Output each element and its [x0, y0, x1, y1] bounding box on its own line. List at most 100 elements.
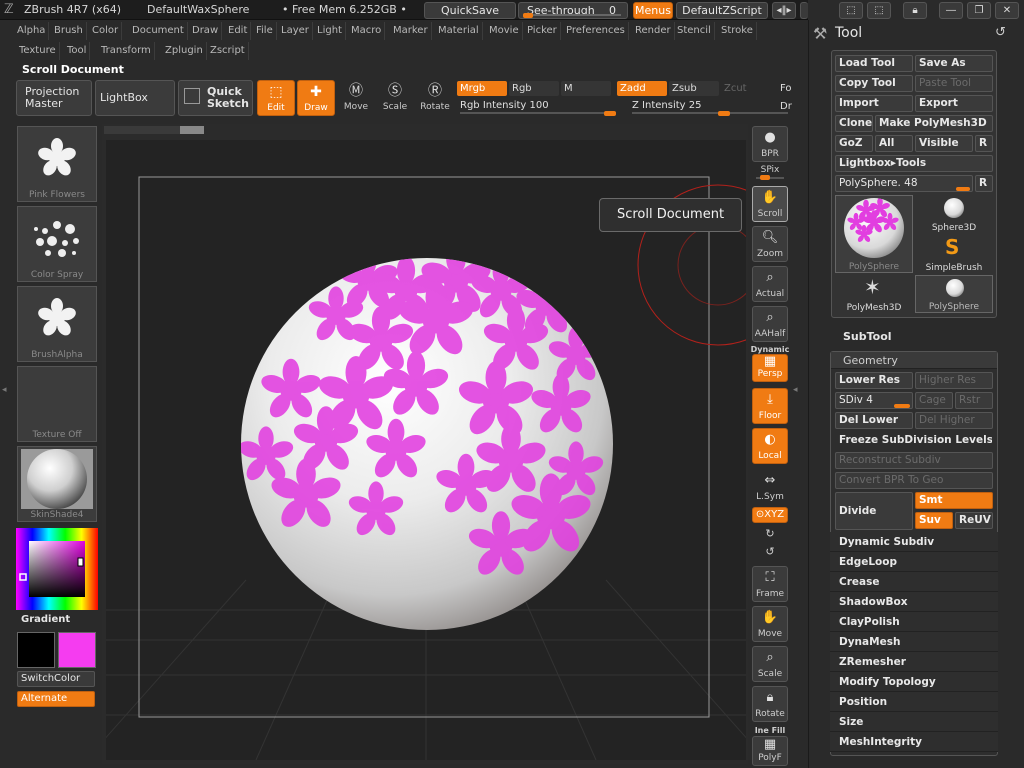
menu-zscript[interactable]: Zscript [207, 42, 249, 60]
layout-icon-2[interactable]: ⬚ [867, 2, 891, 19]
tray-left-arrows-icon[interactable]: ◂‖▸ [772, 2, 796, 19]
canvas-scroll-strip[interactable] [104, 126, 204, 134]
menu-marker[interactable]: Marker [390, 22, 432, 40]
export-button[interactable]: Export [915, 95, 993, 112]
menu-draw[interactable]: Draw [189, 22, 223, 40]
menu-layer[interactable]: Layer [278, 22, 313, 40]
canvas[interactable] [106, 140, 746, 760]
menu-preferences[interactable]: Preferences [563, 22, 629, 40]
menu-document[interactable]: Document [129, 22, 188, 40]
tool-thumbnail-simplebrush[interactable]: S SimpleBrush [915, 235, 993, 273]
sdiv-slider-knob[interactable] [894, 404, 910, 408]
lightbox-tools-button[interactable]: Lightbox▸Tools [835, 155, 993, 172]
menu-file[interactable]: File [253, 22, 277, 40]
spix-slider-track[interactable] [756, 175, 784, 180]
smt-toggle[interactable]: Smt [915, 492, 993, 509]
actual-button[interactable]: ⌕ Actual [752, 266, 788, 302]
gradient-label[interactable]: Gradient [17, 614, 97, 628]
floor-button[interactable]: ⤓ Floor [752, 388, 788, 424]
material-thumbnail[interactable]: SkinShade4 [17, 446, 97, 522]
see-through-knob[interactable] [523, 13, 533, 18]
zoom-button[interactable]: 🔍︎ Zoom [752, 226, 788, 262]
section-position[interactable]: Position [830, 692, 998, 712]
aahalf-button[interactable]: ⌕ AAHalf [752, 306, 788, 342]
clone-button[interactable]: Clone [835, 115, 873, 132]
menu-stencil[interactable]: Stencil [674, 22, 715, 40]
goz-r-button[interactable]: R [975, 135, 993, 152]
copy-tool-button[interactable]: Copy Tool [835, 75, 913, 92]
spix-label[interactable]: SPix [750, 165, 790, 175]
lock-icon[interactable]: 🔒︎ [903, 2, 927, 19]
local-button[interactable]: ◐ Local [752, 428, 788, 464]
left-tray-toggle-icon[interactable]: ◂ [2, 385, 10, 405]
section-claypolish[interactable]: ClayPolish [830, 612, 998, 632]
section-dynamic-subdiv[interactable]: Dynamic Subdiv [830, 532, 998, 552]
tool-slider-r-button[interactable]: R [975, 175, 993, 192]
section-shadowbox[interactable]: ShadowBox [830, 592, 998, 612]
load-tool-button[interactable]: Load Tool [835, 55, 913, 72]
del-lower-button[interactable]: Del Lower [835, 412, 913, 429]
rotate-y-icon[interactable]: ↻ [750, 527, 790, 540]
menu-stroke[interactable]: Stroke [718, 22, 757, 40]
menu-render[interactable]: Render [632, 22, 675, 40]
tool-thumbnail-polysphere-2[interactable]: PolySphere [915, 275, 993, 313]
rotate-view-button[interactable]: 🔒︎ Rotate [752, 686, 788, 722]
section-zremesher[interactable]: ZRemesher [830, 652, 998, 672]
freeze-subdivision-button[interactable]: Freeze SubDivision Levels [835, 432, 993, 449]
menu-color[interactable]: Color [89, 22, 123, 40]
geometry-header[interactable]: Geometry [831, 352, 997, 369]
default-zscript-button[interactable]: DefaultZScript [676, 2, 768, 19]
import-button[interactable]: Import [835, 95, 913, 112]
rstr-button[interactable]: Rstr [955, 392, 993, 409]
spix-slider-knob[interactable] [760, 175, 770, 180]
rgb-toggle[interactable]: Rgb [509, 81, 559, 96]
restore-icon[interactable]: ❐ [967, 2, 991, 19]
convert-bpr-button[interactable]: Convert BPR To Geo [835, 472, 993, 489]
scroll-button[interactable]: ✋ Scroll [752, 186, 788, 222]
section-meshintegrity[interactable]: MeshIntegrity [830, 732, 998, 752]
tool-slider[interactable]: PolySphere. 48 [835, 175, 973, 192]
tool-thumbnail-polysphere[interactable]: PolySphere [835, 195, 913, 273]
z-intensity-knob[interactable] [718, 111, 730, 116]
divide-button[interactable]: Divide [835, 492, 913, 530]
menu-material[interactable]: Material [435, 22, 483, 40]
menu-tool[interactable]: Tool [64, 42, 91, 60]
suv-toggle[interactable]: Suv [915, 512, 953, 529]
quick-sketch-button[interactable]: Quick Sketch [178, 80, 253, 116]
quicksave-button[interactable]: QuickSave [424, 2, 516, 19]
zsub-toggle[interactable]: Zsub [669, 81, 719, 96]
higher-res-button[interactable]: Higher Res [915, 372, 993, 389]
menu-zplugin[interactable]: Zplugin [162, 42, 207, 60]
menu-texture[interactable]: Texture [16, 42, 60, 60]
reuv-button[interactable]: ReUV [955, 512, 993, 529]
section-crease[interactable]: Crease [830, 572, 998, 592]
menu-edit[interactable]: Edit [225, 22, 252, 40]
menu-picker[interactable]: Picker [524, 22, 561, 40]
move-view-button[interactable]: ✋ Move [752, 606, 788, 642]
mrgb-toggle[interactable]: Mrgb [457, 81, 507, 96]
rotate-z-icon[interactable]: ↺ [750, 545, 790, 558]
m-toggle[interactable]: M [561, 81, 611, 96]
viewport-scene[interactable] [106, 140, 746, 760]
section-dynamesh[interactable]: DynaMesh [830, 632, 998, 652]
right-tray-toggle-icon[interactable]: ◂ [793, 385, 803, 405]
tool-thumbnail-polymesh3d[interactable]: ✶ PolyMesh3D [835, 275, 913, 313]
paste-tool-button[interactable]: Paste Tool [915, 75, 993, 92]
rotate-button[interactable]: Ⓡ Rotate [416, 80, 454, 116]
alpha-thumbnail[interactable]: BrushAlpha [17, 286, 97, 362]
sdiv-slider[interactable]: SDiv 4 [835, 392, 913, 409]
see-through-slider[interactable]: See-through 0 [518, 2, 628, 19]
bpr-button[interactable]: ● BPR [752, 126, 788, 162]
minimize-icon[interactable]: ― [939, 2, 963, 19]
z-intensity-slider[interactable]: Z Intensity 25 [632, 99, 788, 116]
color-picker[interactable] [16, 528, 98, 610]
reconstruct-subdiv-button[interactable]: Reconstruct Subdiv [835, 452, 993, 469]
menu-brush[interactable]: Brush [51, 22, 87, 40]
menu-macro[interactable]: Macro [348, 22, 386, 40]
texture-thumbnail[interactable]: Texture Off [17, 366, 97, 442]
layout-icon-1[interactable]: ⬚ [839, 2, 863, 19]
scale-button[interactable]: Ⓢ Scale [376, 80, 414, 116]
menu-light[interactable]: Light [314, 22, 346, 40]
menu-movie[interactable]: Movie [486, 22, 523, 40]
line-fill-label[interactable]: Ine Fill [750, 726, 790, 735]
